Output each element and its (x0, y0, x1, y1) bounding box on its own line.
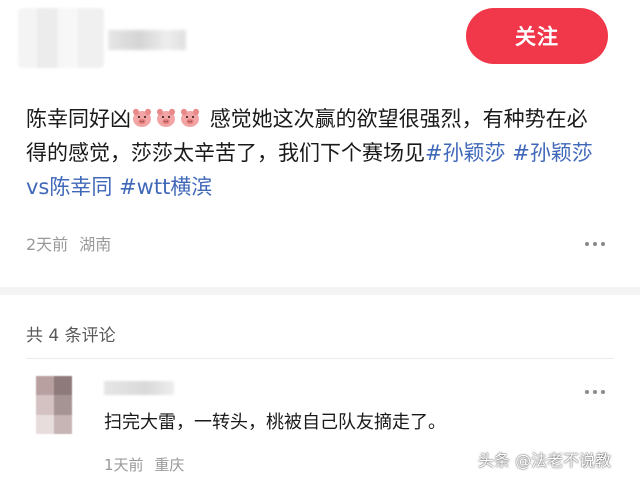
comment-text: 扫完大雷，一转头，桃被自己队友摘走了。 (104, 412, 446, 433)
section-divider (0, 287, 640, 295)
author-avatar[interactable] (18, 8, 104, 68)
post-time: 2天前 (26, 235, 69, 254)
post-text-intro: 陈幸同好凶 (26, 107, 131, 131)
watermark: 头条 @法老不说教 (478, 451, 612, 470)
comment-count: 共 4 条评论 (26, 326, 116, 346)
comment-time: 1天前 (104, 456, 144, 474)
comment-divider (26, 358, 614, 359)
post-header: 关注 (0, 0, 640, 90)
hashtag-link[interactable]: #孙颖莎 (425, 141, 506, 165)
ellipsis-icon[interactable] (584, 236, 606, 250)
ellipsis-icon[interactable] (584, 384, 606, 398)
post-location: 湖南 (79, 235, 112, 254)
post-meta: 2天前 湖南 (26, 231, 111, 255)
commenter-name[interactable] (104, 381, 174, 395)
hashtag-link[interactable]: #wtt横滨 (119, 175, 212, 199)
comment-location: 重庆 (154, 456, 185, 474)
post-text: 陈幸同好凶 感觉她这次赢的欲望很强烈，有种势在必得的感觉，莎莎太辛苦了，我们下个… (26, 102, 606, 204)
comment-meta: 1天前 重庆 (104, 454, 184, 475)
pig-face-emoji (131, 107, 153, 129)
pig-face-emoji (155, 107, 177, 129)
commenter-avatar[interactable] (36, 376, 72, 434)
pig-face-emoji (179, 107, 201, 129)
author-name[interactable] (108, 30, 186, 50)
follow-button[interactable]: 关注 (466, 8, 608, 64)
